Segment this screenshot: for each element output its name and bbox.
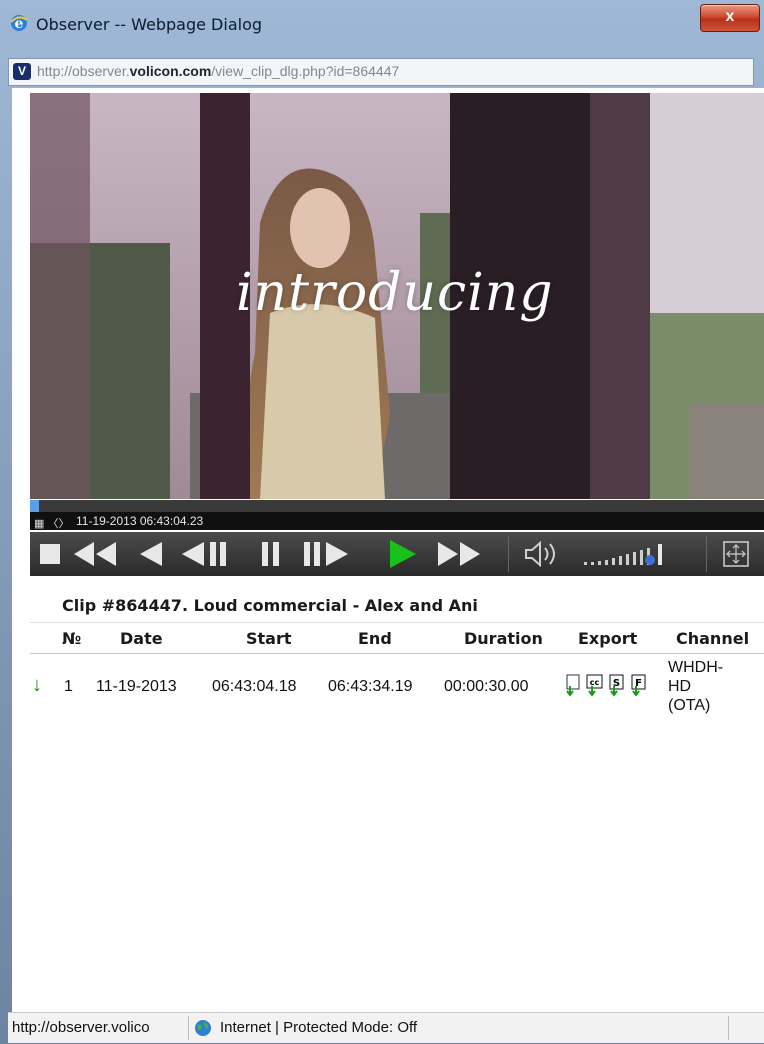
channel-line: WHDH- [668, 659, 724, 676]
page-content: introducing ▦ 〈〉 11-19-2013 06:43:04.23 [12, 88, 764, 1012]
fullscreen-button[interactable] [720, 538, 752, 570]
time-strip: ▦ 〈〉 11-19-2013 06:43:04.23 [30, 512, 764, 530]
step-back-button[interactable] [180, 538, 230, 570]
step-back-icon [182, 542, 226, 566]
control-separator [706, 536, 707, 572]
clip-title: Clip #864447. Loud commercial - Alex and… [62, 596, 478, 615]
fast-rewind-button[interactable] [70, 538, 120, 570]
export-video-icon[interactable] [564, 674, 582, 696]
control-separator [508, 536, 509, 572]
mute-button[interactable] [522, 538, 562, 570]
column-header-date: Date [120, 629, 163, 648]
video-player[interactable]: introducing [30, 93, 764, 499]
rewind-icon [140, 542, 162, 566]
column-header-export: Export [578, 629, 638, 648]
column-header-number: № [62, 629, 82, 648]
volume-level-icon [584, 544, 662, 565]
globe-icon [195, 1020, 211, 1036]
close-button[interactable]: x [700, 4, 760, 32]
site-favicon-icon: V [13, 63, 31, 80]
export-s-icon[interactable]: S [608, 674, 626, 696]
column-header-start: Start [246, 629, 292, 648]
export-f-icon[interactable]: F [630, 674, 648, 696]
clip-table-header: № Date Start End Duration Export Channel [30, 622, 764, 654]
fast-forward-icon [438, 542, 480, 566]
seek-progress [30, 500, 39, 512]
cell-end: 06:43:34.19 [328, 678, 413, 695]
play-button[interactable] [386, 538, 420, 570]
fullscreen-icon [723, 541, 749, 567]
column-header-channel: Channel [676, 629, 750, 648]
seek-bar[interactable] [30, 500, 764, 512]
pause-icon [262, 542, 279, 566]
volume-icon [525, 540, 555, 568]
column-header-duration: Duration [464, 629, 543, 648]
status-divider [188, 1016, 189, 1040]
cell-date: 11-19-2013 [96, 678, 177, 695]
play-icon [390, 540, 416, 568]
dialog-window: e Observer -- Webpage Dialog x V http://… [0, 0, 764, 1044]
address-url: http://observer.volicon.com/view_clip_dl… [37, 63, 400, 79]
title-bar: e Observer -- Webpage Dialog x [0, 0, 764, 50]
channel-line: (OTA) [668, 697, 711, 714]
cell-duration: 00:00:30.00 [444, 678, 529, 695]
stop-icon [40, 544, 60, 564]
film-cc-icon: ▦ 〈〉 [34, 518, 70, 530]
rewind-button[interactable] [134, 538, 166, 570]
player-controls [30, 532, 764, 576]
status-zone: Internet | Protected Mode: Off [220, 1019, 418, 1036]
download-arrow-icon[interactable]: ↓ [32, 674, 42, 697]
volume-slider[interactable] [582, 538, 672, 570]
video-overlay-text: introducing [236, 263, 554, 323]
column-header-end: End [358, 629, 392, 648]
video-timestamp: 11-19-2013 06:43:04.23 [76, 514, 204, 528]
cell-channel: WHDH- HD (OTA) [668, 658, 758, 715]
export-cc-icon[interactable]: cc [586, 674, 604, 696]
window-title: Observer -- Webpage Dialog [36, 15, 263, 34]
fast-rewind-icon [74, 542, 116, 566]
step-forward-button[interactable] [302, 538, 352, 570]
address-bar[interactable]: V http://observer.volicon.com/view_clip_… [8, 58, 754, 86]
status-divider [728, 1016, 729, 1040]
cell-start: 06:43:04.18 [212, 678, 297, 695]
stop-button[interactable] [38, 538, 64, 570]
svg-text:cc: cc [590, 678, 600, 687]
fast-forward-button[interactable] [434, 538, 484, 570]
status-url: http://observer.volico [12, 1019, 150, 1036]
step-forward-icon [304, 542, 348, 566]
status-bar: http://observer.volico Internet | Protec… [8, 1012, 764, 1043]
pause-button[interactable] [258, 538, 286, 570]
channel-line: HD [668, 678, 692, 695]
ie-logo-icon: e [10, 15, 28, 32]
cell-number: 1 [64, 678, 73, 695]
table-row[interactable]: ↓ 1 11-19-2013 06:43:04.18 06:43:34.19 0… [30, 654, 764, 724]
